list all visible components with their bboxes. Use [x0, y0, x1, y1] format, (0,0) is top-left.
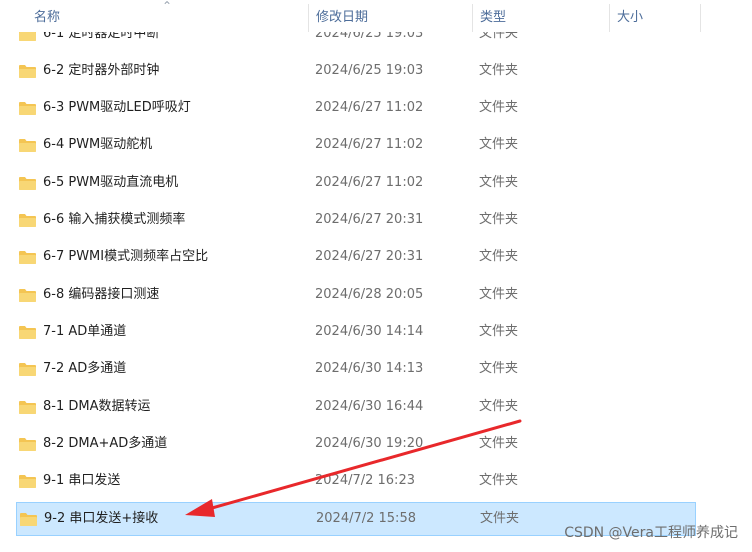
file-name: 6-8 编码器接口测速 [43, 287, 160, 302]
folder-icon [20, 512, 37, 526]
file-date: 2024/6/30 19:20 [315, 436, 424, 451]
file-date: 2024/6/27 20:31 [315, 212, 424, 227]
file-name: 8-1 DMA数据转运 [43, 399, 151, 414]
column-divider[interactable] [472, 4, 473, 32]
file-date: 2024/6/30 16:44 [315, 399, 424, 414]
file-date: 2024/6/27 11:02 [315, 100, 424, 115]
file-row[interactable]: 6-8 编码器接口测速 2024/6/28 20:05 文件夹 [16, 278, 696, 312]
file-row[interactable]: 6-5 PWM驱动直流电机 2024/6/27 11:02 文件夹 [16, 166, 696, 200]
folder-icon [19, 64, 36, 78]
file-row[interactable]: 9-1 串口发送 2024/7/2 16:23 文件夹 [16, 464, 696, 498]
watermark: CSDN @Vera工程师养成记 [564, 525, 738, 541]
file-date: 2024/6/27 11:02 [315, 175, 424, 190]
folder-icon [19, 325, 36, 339]
file-date: 2024/7/2 15:58 [316, 511, 416, 526]
file-row[interactable]: 8-2 DMA+AD多通道 2024/6/30 19:20 文件夹 [16, 427, 696, 461]
file-list: 6-1 定时器定时中断 2024/6/25 19:03 文件夹 6-2 定时器外… [0, 0, 752, 552]
file-row[interactable]: 6-2 定时器外部时钟 2024/6/25 19:03 文件夹 [16, 54, 696, 88]
file-type: 文件夹 [479, 287, 519, 302]
column-divider[interactable] [609, 4, 610, 32]
file-row[interactable]: 6-4 PWM驱动舵机 2024/6/27 11:02 文件夹 [16, 128, 696, 162]
file-type: 文件夹 [479, 473, 519, 488]
file-date: 2024/6/28 20:05 [315, 287, 424, 302]
column-divider[interactable] [308, 4, 309, 32]
file-type: 文件夹 [479, 399, 519, 414]
folder-icon [19, 176, 36, 190]
file-name: 8-2 DMA+AD多通道 [43, 436, 168, 451]
folder-icon [19, 213, 36, 227]
file-type: 文件夹 [479, 212, 519, 227]
file-type: 文件夹 [479, 436, 519, 451]
file-date: 2024/7/2 16:23 [315, 473, 415, 488]
file-row[interactable]: 7-1 AD单通道 2024/6/30 14:14 文件夹 [16, 315, 696, 349]
file-row[interactable]: 6-6 输入捕获模式测频率 2024/6/27 20:31 文件夹 [16, 203, 696, 237]
file-date: 2024/6/27 11:02 [315, 137, 424, 152]
file-name: 7-2 AD多通道 [43, 361, 127, 376]
file-date: 2024/6/30 14:13 [315, 361, 424, 376]
file-name: 6-5 PWM驱动直流电机 [43, 175, 179, 190]
file-type: 文件夹 [479, 175, 519, 190]
folder-icon [19, 362, 36, 376]
file-name: 9-1 串口发送 [43, 473, 121, 488]
folder-icon [19, 250, 36, 264]
column-header-type[interactable]: 类型 [476, 0, 608, 32]
folder-icon [19, 138, 36, 152]
file-name: 6-6 输入捕获模式测频率 [43, 212, 186, 227]
file-date: 2024/6/30 14:14 [315, 324, 424, 339]
file-date: 2024/6/27 20:31 [315, 249, 424, 264]
column-header-date[interactable]: 修改日期 [312, 0, 472, 32]
file-name: 9-2 串口发送+接收 [44, 511, 159, 526]
file-type: 文件夹 [480, 511, 520, 526]
folder-icon [19, 288, 36, 302]
folder-icon [19, 400, 36, 414]
file-name: 6-4 PWM驱动舵机 [43, 137, 153, 152]
column-header-name[interactable]: 名称 [30, 0, 308, 32]
file-name: 6-3 PWM驱动LED呼吸灯 [43, 100, 191, 115]
file-type: 文件夹 [479, 63, 519, 78]
file-type: 文件夹 [479, 100, 519, 115]
column-header-bar: ⌃ 名称 修改日期 类型 大小 [0, 0, 752, 32]
file-row[interactable]: 8-1 DMA数据转运 2024/6/30 16:44 文件夹 [16, 390, 696, 424]
file-name: 6-7 PWMI模式测频率占空比 [43, 249, 209, 264]
column-divider[interactable] [700, 4, 701, 32]
file-type: 文件夹 [479, 324, 519, 339]
file-date: 2024/6/25 19:03 [315, 63, 424, 78]
file-row[interactable]: 6-3 PWM驱动LED呼吸灯 2024/6/27 11:02 文件夹 [16, 91, 696, 125]
file-name: 7-1 AD单通道 [43, 324, 127, 339]
folder-icon [19, 474, 36, 488]
file-row[interactable]: 7-2 AD多通道 2024/6/30 14:13 文件夹 [16, 352, 696, 386]
file-row[interactable]: 6-7 PWMI模式测频率占空比 2024/6/27 20:31 文件夹 [16, 240, 696, 274]
folder-icon [19, 101, 36, 115]
file-name: 6-2 定时器外部时钟 [43, 63, 160, 78]
folder-icon [19, 437, 36, 451]
column-header-size[interactable]: 大小 [613, 0, 701, 32]
file-type: 文件夹 [479, 361, 519, 376]
file-type: 文件夹 [479, 137, 519, 152]
file-type: 文件夹 [479, 249, 519, 264]
